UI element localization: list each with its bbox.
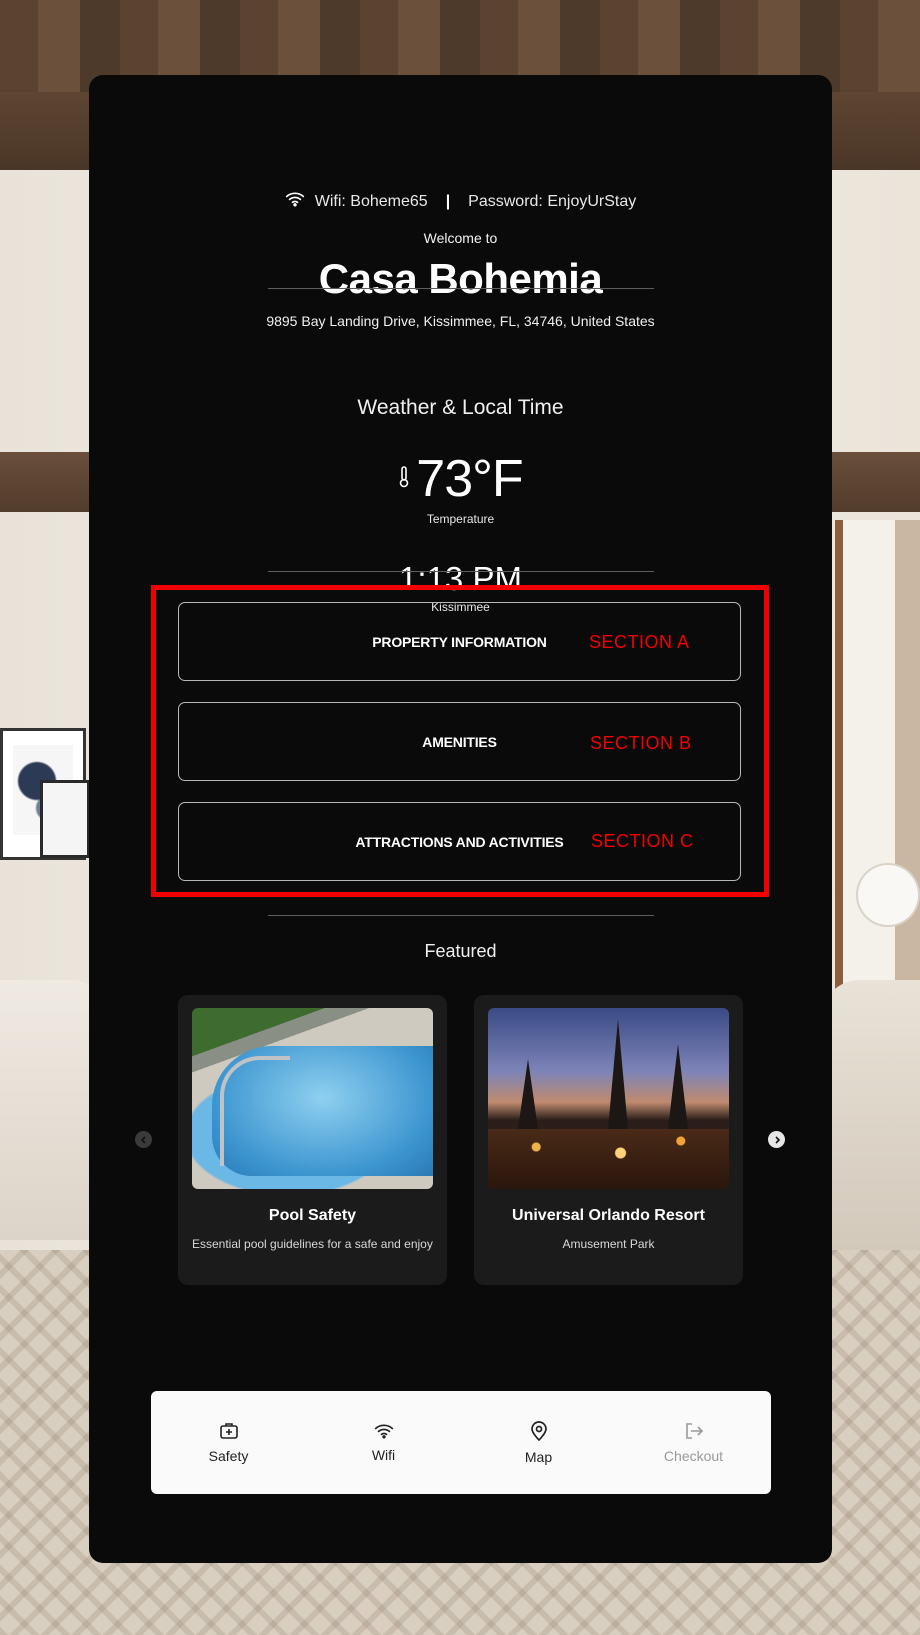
nav-label: Safety [208, 1447, 249, 1464]
temperature-display: 73°F [89, 453, 832, 505]
lamp [858, 865, 918, 925]
map-pin-icon [530, 1420, 548, 1441]
welcome-panel: Wifi: Boheme65 | Password: EnjoyUrStay W… [89, 75, 832, 1563]
welcome-text: Welcome to [423, 230, 498, 246]
divider [268, 571, 654, 572]
nav-label: Checkout [663, 1447, 724, 1464]
temperature-value: 73°F [416, 450, 523, 508]
card-subtitle: Essential pool guidelines for a safe and… [192, 1237, 433, 1251]
pool-image [192, 1008, 433, 1189]
spire [608, 1019, 628, 1129]
wifi-icon [285, 191, 305, 212]
card-title: Universal Orlando Resort [512, 1207, 705, 1224]
wifi-password: Password: EnjoyUrStay [468, 192, 637, 210]
separator: | [445, 192, 451, 210]
nav-label: Wifi [371, 1446, 396, 1463]
chevron-right-icon[interactable] [768, 1131, 785, 1148]
logout-icon [684, 1422, 704, 1440]
section-c-tag: SECTION C [591, 831, 694, 851]
nav-wifi[interactable]: Wifi [324, 1423, 444, 1463]
card-subtitle: Amusement Park [562, 1237, 655, 1251]
featured-card-universal[interactable]: Universal Orlando Resort Amusement Park [474, 995, 743, 1285]
section-b-tag: SECTION B [590, 733, 692, 753]
nav-label: Map [524, 1448, 553, 1465]
wall-art-small [40, 780, 90, 858]
divider [268, 915, 654, 916]
first-aid-kit-icon [219, 1422, 239, 1440]
property-address: 9895 Bay Landing Drive, Kissimmee, FL, 3… [266, 313, 655, 329]
crowd [488, 1129, 729, 1189]
pool-rail [220, 1056, 290, 1166]
nav-checkout[interactable]: Checkout [634, 1422, 754, 1464]
button-label: AMENITIES [422, 733, 497, 750]
featured-heading: Featured [424, 941, 497, 961]
nav-safety[interactable]: Safety [169, 1422, 289, 1464]
sofa-right [820, 980, 920, 1280]
nav-map[interactable]: Map [479, 1420, 599, 1465]
card-title: Pool Safety [268, 1207, 357, 1224]
featured-card-pool-safety[interactable]: Pool Safety Essential pool guidelines fo… [178, 995, 447, 1285]
button-label: PROPERTY INFORMATION [372, 633, 547, 650]
wifi-icon [374, 1423, 394, 1439]
weather-heading: Weather & Local Time [357, 396, 564, 419]
universal-image [488, 1008, 729, 1189]
temperature-label: Temperature [426, 512, 495, 526]
window [835, 520, 920, 1040]
section-a-tag: SECTION A [589, 632, 690, 652]
chevron-left-icon[interactable] [135, 1131, 152, 1148]
wifi-network: Wifi: Boheme65 [314, 192, 428, 210]
bottom-navigation: Safety Wifi Map Checkout [151, 1391, 771, 1494]
thermometer-icon [398, 465, 410, 493]
button-label: ATTRACTIONS AND ACTIVITIES [355, 833, 564, 850]
divider [268, 288, 654, 289]
spire [518, 1059, 538, 1129]
spire [668, 1044, 688, 1129]
wifi-info: Wifi: Boheme65 | Password: EnjoyUrStay [89, 191, 832, 212]
property-title: Casa Bohemia [318, 255, 603, 302]
